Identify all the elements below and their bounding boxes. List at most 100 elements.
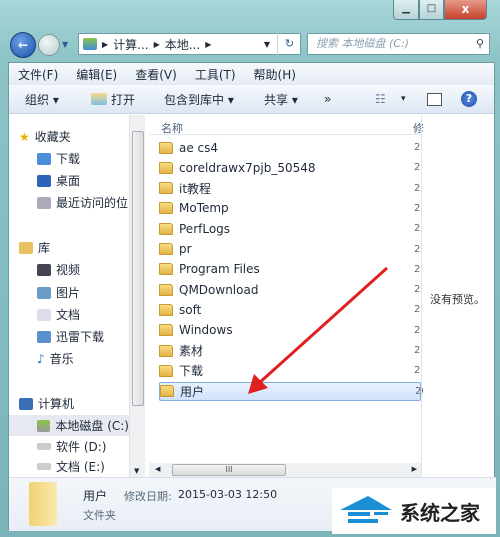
no-preview-text: 没有预览。 [430, 293, 485, 306]
item-name: pr [179, 242, 192, 256]
breadcrumb-computer[interactable]: 计算... [113, 36, 148, 53]
open-button[interactable]: 打开 [111, 91, 135, 108]
sidebar-label: 收藏夹 [34, 130, 71, 144]
file-list-item[interactable]: 用户20 [159, 381, 423, 401]
column-name[interactable]: 名称 [161, 122, 183, 135]
sidebar-label: 库 [38, 241, 51, 255]
refresh-button[interactable]: ↻ [277, 33, 301, 55]
forward-button[interactable] [38, 34, 60, 56]
scrollbar-thumb[interactable] [132, 131, 144, 406]
item-name: 用户 [180, 384, 205, 399]
recent-pages-dropdown[interactable]: ▼ [62, 40, 68, 49]
sidebar-favorites[interactable]: ★ 收藏夹 [9, 126, 129, 147]
navigation-pane: ★ 收藏夹 下载 桌面 最近访问的位 库 视频 图片 文档 迅雷下载 ♪ 音乐 计算… [9, 115, 129, 477]
search-input[interactable]: 搜索 本地磁盘 (C:) ⚲ [307, 33, 490, 55]
back-button[interactable]: ← [10, 32, 36, 58]
recent-places-icon [37, 196, 51, 209]
details-modified-value: 2015-03-03 12:50 [178, 488, 278, 501]
file-list-item[interactable]: MoTemp20 [159, 199, 422, 218]
horizontal-scrollbar[interactable]: ◀ III ▶ [149, 463, 421, 477]
scrollbar-thumb[interactable]: III [172, 464, 286, 476]
item-name: coreldrawx7pjb_50548 [179, 160, 316, 175]
sidebar-item-downloads[interactable]: 下载 [9, 148, 129, 169]
menu-edit[interactable]: 编辑(E) [76, 66, 117, 83]
file-list-item[interactable]: coreldrawx7pjb_5054820 [159, 158, 422, 177]
sidebar-item-xunlei[interactable]: 迅雷下载 [9, 326, 129, 347]
menu-tools[interactable]: 工具(T) [195, 66, 236, 83]
address-bar[interactable]: ▶ 计算... ▶ 本地... ▶ ▼ [78, 33, 301, 55]
file-list: 名称修 ae cs420coreldrawx7pjb_5054820 it教程20… [149, 115, 424, 463]
sidebar-label: 视频 [56, 263, 81, 277]
folder-icon [159, 364, 173, 377]
share-button[interactable]: 共享 ▾ [264, 91, 298, 108]
menu-bar: 文件(F) 编辑(E) 查看(V) 工具(T) 帮助(H) [9, 63, 494, 85]
preview-pane-button[interactable] [427, 92, 442, 106]
download-icon [37, 330, 51, 343]
open-folder-icon [91, 93, 107, 105]
file-list-item[interactable]: QMDownload20 [159, 280, 422, 299]
scroll-down-icon[interactable]: ▼ [134, 467, 139, 475]
item-name: 素材 [179, 344, 204, 358]
folder-icon [159, 324, 173, 337]
menu-help[interactable]: 帮助(H) [254, 66, 296, 83]
search-icon: ⚲ [475, 37, 484, 50]
chevron-right-icon: ▶ [205, 39, 212, 49]
breadcrumb-local-disk[interactable]: 本地... [165, 36, 200, 53]
folder-icon [159, 141, 173, 154]
scroll-right-icon[interactable]: ▶ [412, 465, 417, 473]
sidebar-item-recent[interactable]: 最近访问的位 [9, 192, 129, 213]
navigation-scrollbar[interactable]: ▼ [129, 115, 145, 477]
view-options-icon[interactable]: ☷ [375, 92, 386, 106]
scroll-left-icon[interactable]: ◀ [155, 465, 160, 473]
file-list-item[interactable]: PerfLogs20 [159, 219, 422, 238]
close-button[interactable]: x [444, 0, 487, 20]
sidebar-item-documents[interactable]: 文档 [9, 304, 129, 325]
file-list-item[interactable]: pr20 [159, 240, 422, 259]
preview-pane: 没有预览。 [421, 115, 495, 475]
menu-view[interactable]: 查看(V) [135, 66, 177, 83]
search-placeholder: 搜索 本地磁盘 (C:) [316, 37, 409, 50]
sidebar-item-pictures[interactable]: 图片 [9, 282, 129, 303]
include-in-library-button[interactable]: 包含到库中 ▾ [164, 91, 234, 108]
sidebar-computer[interactable]: 计算机 [9, 393, 129, 414]
file-list-item[interactable]: Program Files20 [159, 260, 422, 279]
sidebar-libraries[interactable]: 库 [9, 237, 129, 258]
sidebar-item-videos[interactable]: 视频 [9, 259, 129, 280]
organize-button[interactable]: 组织 ▾ [25, 91, 59, 108]
watermark-logo: 系统之家 [332, 488, 496, 534]
sidebar-label: 计算机 [38, 397, 75, 411]
item-name: QMDownload [179, 282, 259, 297]
folder-icon [160, 385, 174, 398]
computer-icon [19, 397, 33, 410]
details-name: 用户 [83, 489, 108, 503]
maximize-button[interactable]: □ [419, 0, 444, 20]
file-list-item[interactable]: Windows20 [159, 321, 422, 340]
house-logo-icon [340, 496, 392, 523]
sidebar-item-music[interactable]: ♪ 音乐 [9, 348, 129, 369]
sidebar-item-drive-d[interactable]: 软件 (D:) [9, 436, 129, 457]
column-headers: 名称修 [149, 115, 424, 135]
item-name: ae cs4 [179, 140, 219, 155]
minimize-button[interactable]: ▁ [393, 0, 419, 20]
folder-icon [159, 263, 173, 276]
sidebar-item-drive-e[interactable]: 文档 (E:) [9, 456, 129, 477]
file-list-item[interactable]: ae cs420 [159, 138, 422, 157]
file-list-item[interactable]: it教程20 [159, 179, 422, 198]
sidebar-item-desktop[interactable]: 桌面 [9, 170, 129, 191]
sidebar-label: 图片 [56, 286, 81, 300]
system-drive-icon [37, 419, 51, 432]
sidebar-label: 迅雷下载 [56, 330, 105, 344]
folder-icon [159, 222, 173, 235]
sidebar-label: 软件 (D:) [56, 440, 107, 454]
music-icon: ♪ [37, 351, 45, 366]
address-dropdown-icon[interactable]: ▼ [264, 40, 270, 49]
sidebar-item-drive-c[interactable]: 本地磁盘 (C:) [9, 415, 129, 436]
more-button[interactable]: » [324, 92, 331, 106]
file-list-item[interactable]: 下载20 [159, 361, 422, 380]
file-list-item[interactable]: soft20 [159, 300, 422, 319]
help-icon[interactable]: ? [461, 91, 477, 107]
folder-icon [159, 243, 173, 255]
file-list-item[interactable]: 素材20 [159, 341, 422, 360]
menu-file[interactable]: 文件(F) [18, 66, 58, 83]
view-dropdown[interactable]: ▾ [401, 94, 406, 104]
